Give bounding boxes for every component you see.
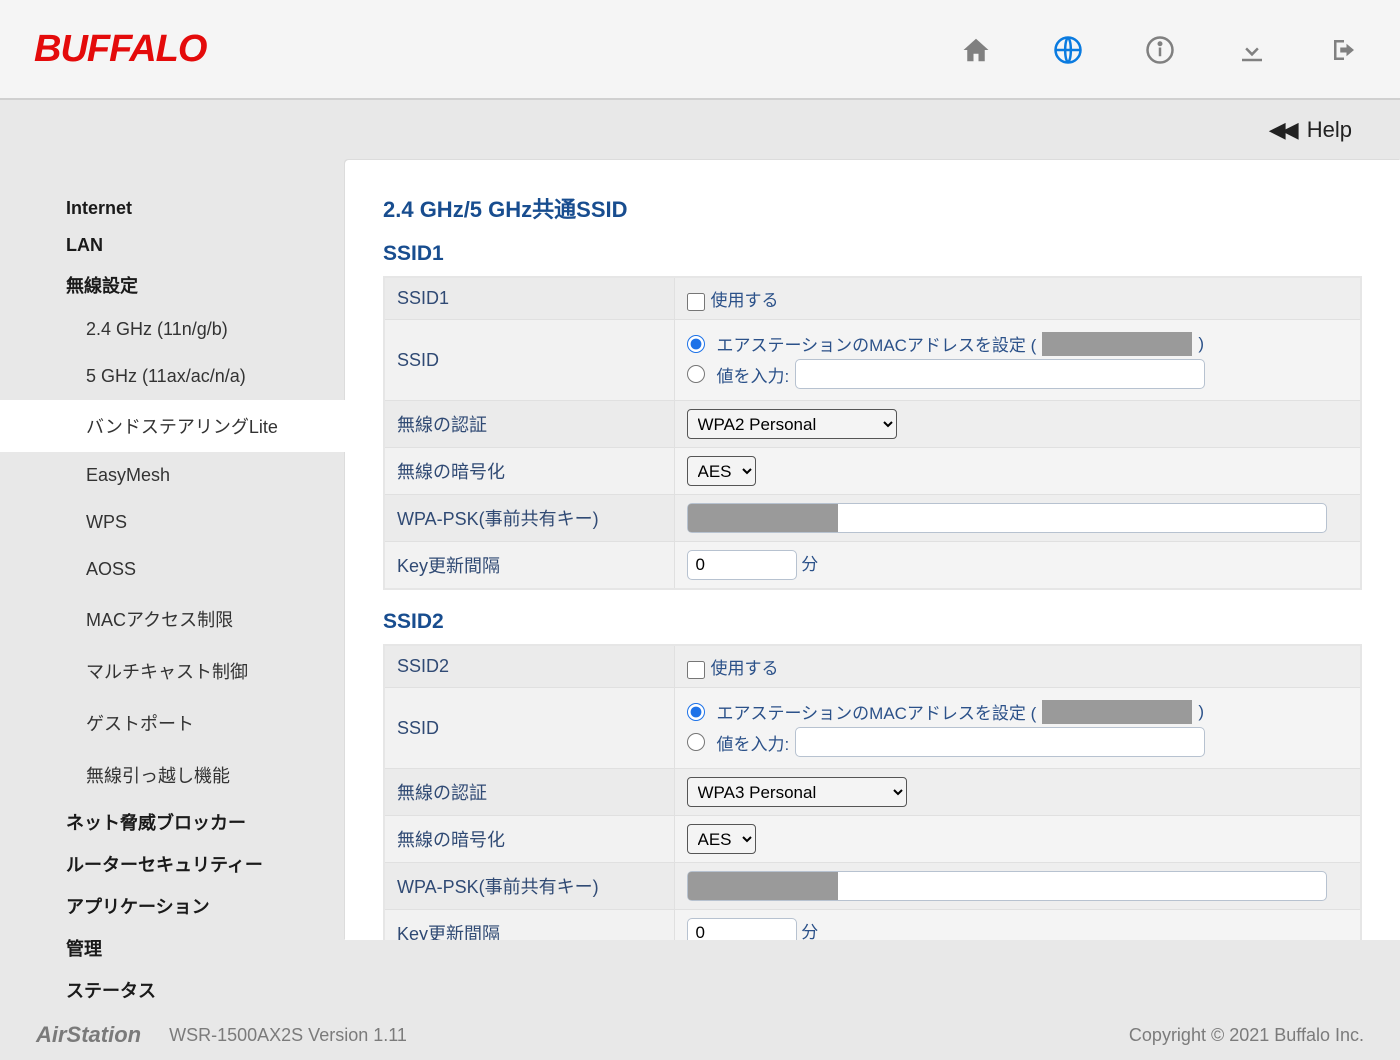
ssid1-radio-input-label: 値を入力: bbox=[717, 362, 790, 387]
nav-application[interactable]: アプリケーション bbox=[66, 885, 345, 927]
ssid1-enc-label: 無線の暗号化 bbox=[384, 448, 674, 495]
ssid2-enable-wrap[interactable]: 使用する bbox=[687, 659, 779, 678]
nav-status[interactable]: ステータス bbox=[66, 969, 345, 1011]
page-title: 2.4 GHz/5 GHz共通SSID bbox=[383, 192, 1362, 224]
ssid2-ssid-label: SSID bbox=[384, 688, 674, 769]
ssid2-enc-select[interactable]: AES bbox=[687, 824, 756, 854]
nav-bandsteering[interactable]: バンドステアリングLite bbox=[0, 400, 346, 452]
nav-guestport[interactable]: ゲストポート bbox=[66, 697, 345, 749]
ssid1-enable-text: 使用する bbox=[711, 291, 779, 310]
ssid2-ssid-input[interactable] bbox=[795, 727, 1205, 757]
nav-routersecurity[interactable]: ルーターセキュリティー bbox=[66, 843, 345, 885]
redacted-mac2 bbox=[1042, 700, 1192, 724]
ssid2-enable-text: 使用する bbox=[711, 659, 779, 678]
ssid1-key-label: Key更新間隔 bbox=[384, 542, 674, 590]
ssid2-radio-mac-label: エアステーションのMACアドレスを設定 ( bbox=[717, 699, 1037, 724]
ssid1-key-input[interactable] bbox=[687, 550, 797, 580]
ssid1-enable-wrap[interactable]: 使用する bbox=[687, 291, 779, 310]
ssid2-enable-checkbox[interactable] bbox=[687, 661, 705, 679]
ssid1-radio-mac[interactable] bbox=[687, 335, 705, 353]
ssid1-radio-input[interactable] bbox=[687, 365, 705, 383]
ssid1-auth-label: 無線の認証 bbox=[384, 401, 674, 448]
home-icon[interactable] bbox=[960, 34, 992, 66]
brand-logo: BUFFALO bbox=[34, 28, 206, 71]
logout-icon[interactable] bbox=[1328, 34, 1360, 66]
ssid1-table: SSID1 使用する SSID エアステーションのMACアドレスを設定 ( ) bbox=[383, 276, 1362, 590]
ssid1-auth-select[interactable]: WPA2 Personal bbox=[687, 409, 897, 439]
nav-5ghz[interactable]: 5 GHz (11ax/ac/n/a) bbox=[66, 353, 345, 400]
ssid1-ssid-input[interactable] bbox=[795, 359, 1205, 389]
nav-24ghz[interactable]: 2.4 GHz (11n/g/b) bbox=[66, 306, 345, 353]
nav-aoss[interactable]: AOSS bbox=[66, 546, 345, 593]
ssid1-mac-close: ) bbox=[1198, 334, 1204, 354]
nav-macfilter[interactable]: MACアクセス制限 bbox=[66, 593, 345, 645]
ssid2-psk-input[interactable] bbox=[687, 871, 1327, 901]
ssid2-mac-close: ) bbox=[1198, 702, 1204, 722]
ssid1-psk-label: WPA-PSK(事前共有キー) bbox=[384, 495, 674, 542]
ssid1-enable-checkbox[interactable] bbox=[687, 293, 705, 311]
ssid1-psk-input[interactable] bbox=[687, 503, 1327, 533]
nav-threatblocker[interactable]: ネット脅威ブロッカー bbox=[66, 801, 345, 843]
ssid2-psk-label: WPA-PSK(事前共有キー) bbox=[384, 863, 674, 910]
ssid1-enable-label: SSID1 bbox=[384, 277, 674, 320]
help-link[interactable]: ◀◀ Help bbox=[1269, 117, 1352, 143]
ssid2-table: SSID2 使用する SSID エアステーションのMACアドレスを設定 ( ) bbox=[383, 644, 1362, 940]
footer-brand: AirStation bbox=[36, 1022, 141, 1048]
download-icon[interactable] bbox=[1236, 34, 1268, 66]
nav-internet[interactable]: Internet bbox=[66, 190, 345, 227]
globe-icon[interactable] bbox=[1052, 34, 1084, 66]
footer-version: WSR-1500AX2S Version 1.11 bbox=[169, 1025, 407, 1046]
sidebar: Internet LAN 無線設定 2.4 GHz (11n/g/b) 5 GH… bbox=[0, 160, 345, 1010]
ssid2-key-unit: 分 bbox=[801, 923, 818, 940]
nav-easymesh[interactable]: EasyMesh bbox=[66, 452, 345, 499]
nav-admin[interactable]: 管理 bbox=[66, 927, 345, 969]
ssid1-key-unit: 分 bbox=[801, 555, 818, 574]
ssid2-enable-label: SSID2 bbox=[384, 645, 674, 688]
ssid2-key-input[interactable] bbox=[687, 918, 797, 940]
redacted-mac1 bbox=[1042, 332, 1192, 356]
ssid2-heading: SSID2 bbox=[383, 610, 1362, 634]
ssid2-auth-select[interactable]: WPA3 Personal bbox=[687, 777, 907, 807]
ssid2-auth-label: 無線の認証 bbox=[384, 769, 674, 816]
nav-wireless[interactable]: 無線設定 bbox=[66, 264, 345, 306]
ssid2-radio-input-label: 値を入力: bbox=[717, 730, 790, 755]
nav-wps[interactable]: WPS bbox=[66, 499, 345, 546]
ssid2-radio-mac[interactable] bbox=[687, 703, 705, 721]
ssid1-enc-select[interactable]: AES bbox=[687, 456, 756, 486]
ssid2-key-label: Key更新間隔 bbox=[384, 910, 674, 941]
footer-copyright: Copyright © 2021 Buffalo Inc. bbox=[1129, 1025, 1364, 1046]
ssid2-enc-label: 無線の暗号化 bbox=[384, 816, 674, 863]
ssid1-ssid-label: SSID bbox=[384, 320, 674, 401]
nav-wirelessmove[interactable]: 無線引っ越し機能 bbox=[66, 749, 345, 801]
ssid2-radio-input[interactable] bbox=[687, 733, 705, 751]
ssid1-radio-mac-label: エアステーションのMACアドレスを設定 ( bbox=[717, 331, 1037, 356]
ssid1-heading: SSID1 bbox=[383, 242, 1362, 266]
nav-lan[interactable]: LAN bbox=[66, 227, 345, 264]
info-icon[interactable] bbox=[1144, 34, 1176, 66]
nav-multicast[interactable]: マルチキャスト制御 bbox=[66, 645, 345, 697]
